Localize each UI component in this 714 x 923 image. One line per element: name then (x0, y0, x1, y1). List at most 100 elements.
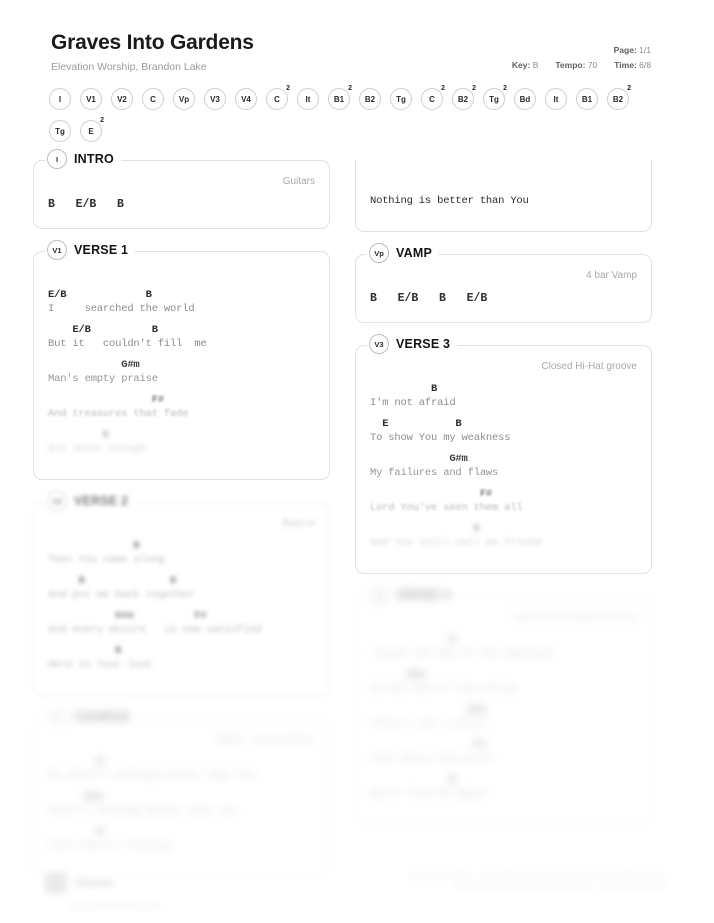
section-header-verse-1: V1 VERSE 1 (45, 240, 136, 260)
chord-lyric-pair: G#m My failures and flaws (370, 452, 637, 481)
chord-line: F# (48, 394, 164, 406)
section-card-verse-4: Last Chorus build to Chorus B 'Cause the … (355, 596, 652, 825)
arrangement-badge[interactable]: B2 (359, 88, 381, 110)
lyric-line: I'm not afraid (370, 397, 456, 409)
lyric-block: B I'm not afraid E B To show You my weakne… (370, 382, 637, 551)
arrangement-badge[interactable]: B2 2 (452, 85, 476, 110)
arrangement-badge[interactable]: Tg (390, 88, 412, 110)
section-badge-verse-1: V1 (47, 240, 67, 260)
chord-lyric-pair: B 'Cause the God of the mountain (370, 633, 637, 662)
section-verse-1[interactable]: V1 VERSE 1 E/B B I searched the world E/B… (33, 240, 330, 480)
arrangement-badge-label: V4 (241, 94, 251, 104)
section-header-vamp: Vp VAMP (367, 243, 439, 263)
time-label: Time: (614, 60, 637, 70)
chord-line: B (370, 383, 438, 395)
tempo-indicator: Tempo: 70 (555, 58, 597, 73)
key-value: B (532, 60, 539, 70)
chord-lyric-pair: B Here in Your love (48, 644, 315, 673)
chord-line: G#m (48, 791, 104, 803)
lyric-block: Nothing is better than You (370, 194, 637, 209)
arrangement-badge[interactable]: B1 2 (328, 85, 352, 110)
section-title-verse-4: VERSE 4 (396, 588, 451, 602)
chord-line: E/B B (48, 324, 158, 336)
meta-row: Key: B Tempo: 70 Time: 6/8 (512, 58, 651, 73)
arrangement-badge[interactable]: It (297, 88, 319, 110)
chord-line: B E/B B (48, 198, 124, 211)
chord-line: G#m (48, 359, 140, 371)
arrangement-badge-label: Bd (519, 94, 531, 104)
column-left: I INTRO Guitars B E/B B V1 VERSE 1 E/B B… (33, 149, 330, 899)
chord-lyric-pair: G#m F# And every desire is now satisfied (48, 609, 315, 638)
chord-line: F# (370, 739, 486, 751)
tempo-value: 70 (587, 60, 598, 70)
chord-line: G#m (370, 669, 426, 681)
section-card-verse-3: Closed Hi-Hat groove B I'm not afraid E B… (355, 345, 652, 574)
arrangement-badge[interactable]: I (49, 88, 71, 110)
arrangement-badge-label: V2 (117, 94, 127, 104)
arrangement-badge[interactable]: B2 2 (607, 85, 631, 110)
column-right: Nothing is better than You Vp VAMP 4 bar… (355, 160, 652, 847)
page-value: 1/1 (639, 45, 651, 55)
chord-line: B (48, 756, 103, 768)
arrangement-badge[interactable]: C2 (266, 85, 290, 110)
credit-line-1: Graves Into Gardens - Chris Brown, Steve… (409, 873, 665, 880)
chord-lyric-pair: Nothing is better than You (370, 194, 637, 209)
chord-lyric-pair: F# Your mercy and grace (370, 738, 637, 767)
tempo-label: Tempo: (555, 60, 586, 70)
chord-lyric-pair: B Oh there's nothing better than You (48, 755, 315, 784)
section-chorus-continued[interactable]: Nothing is better than You (355, 160, 652, 232)
arrangement-badge[interactable]: V2 (111, 88, 133, 110)
arrangement-badge-label: Tg (489, 94, 499, 104)
arrangement-badge[interactable]: Tg 2 (483, 85, 507, 110)
chord-lyric-pair: E/B B But it couldn't fill me (48, 323, 315, 352)
arrangement-badge-label: C (429, 94, 435, 104)
arrangement-badge[interactable]: C2 (421, 85, 445, 110)
chord-line: E B (370, 418, 462, 430)
chord-line: B (370, 774, 456, 786)
section-header-verse-2: V2 VERSE 2 (45, 491, 136, 511)
chord-line: E (48, 429, 110, 441)
chord-line: E/B B (48, 289, 152, 301)
lyric-block: B Oh there's nothing better than You G#m T… (48, 755, 315, 854)
section-title-chorus: CHORUS (74, 710, 130, 724)
arrangement-badge[interactable]: B1 (576, 88, 598, 110)
arrangement-badge[interactable]: V3 (204, 88, 226, 110)
section-title-vamp: VAMP (396, 246, 432, 260)
section-verse-4[interactable]: V4 VERSE 4 Last Chorus build to Chorus B… (355, 585, 652, 825)
arrangement-badge-label: It (305, 94, 311, 104)
arrangement-badge[interactable]: C (142, 88, 164, 110)
footer-brand-group: Charts www.worshiponline.com (45, 872, 160, 911)
section-note-verse-4: Last Chorus build to Chorus (513, 612, 637, 623)
arrangement-badge[interactable]: V1 (80, 88, 102, 110)
chord-lyric-pair: G#m Man's empty praise (48, 358, 315, 387)
section-verse-2[interactable]: V2 VERSE 2 Bass in B Then You came along … (33, 491, 330, 696)
arrangement-badge[interactable]: Tg (49, 120, 71, 142)
section-card-vamp: 4 bar Vamp B E/B B E/B (355, 254, 652, 323)
chord-lyric-pair: E And You still call me friend (370, 522, 637, 551)
chord-lyric-pair: F# Lord You've seen them all (370, 487, 637, 516)
lyric-line: My failures and flaws (370, 467, 499, 479)
section-verse-3[interactable]: V3 VERSE 3 Closed Hi-Hat groove B I'm not… (355, 334, 652, 574)
arrangement-badge[interactable]: V4 (235, 88, 257, 110)
arrangement-badge[interactable]: Vp (173, 88, 195, 110)
chord-lyric-pair: F# And treasures that fade (48, 393, 315, 422)
arrangement-badge-superscript: 2 (286, 85, 290, 92)
chord-lyric-pair: E Are never enough (48, 428, 315, 457)
footer-brand-label: Charts (75, 876, 114, 890)
section-note-chorus: Bigger - drums tighten (216, 734, 315, 745)
section-title-verse-1: VERSE 1 (74, 243, 129, 257)
section-intro[interactable]: I INTRO Guitars B E/B B (33, 149, 330, 229)
arrangement-badge[interactable]: E2 (80, 117, 104, 142)
lyric-block: B 'Cause the God of the mountain G#m Is th… (370, 633, 637, 802)
chord-lyric-pair: G#m There's nothing better than You (48, 790, 315, 819)
section-note-intro: Guitars (282, 176, 315, 187)
section-title-intro: INTRO (74, 152, 114, 166)
time-value: 6/8 (639, 60, 651, 70)
arrangement-badge[interactable]: It (545, 88, 567, 110)
section-badge-verse-4: V4 (369, 585, 389, 605)
section-badge-intro: I (47, 149, 67, 169)
section-chorus[interactable]: C CHORUS Bigger - drums tighten B Oh ther… (33, 707, 330, 877)
section-vamp[interactable]: Vp VAMP 4 bar Vamp B E/B B E/B (355, 243, 652, 323)
arrangement-badge[interactable]: Bd (514, 88, 536, 110)
chord-line: B E/B B E/B (370, 292, 488, 305)
